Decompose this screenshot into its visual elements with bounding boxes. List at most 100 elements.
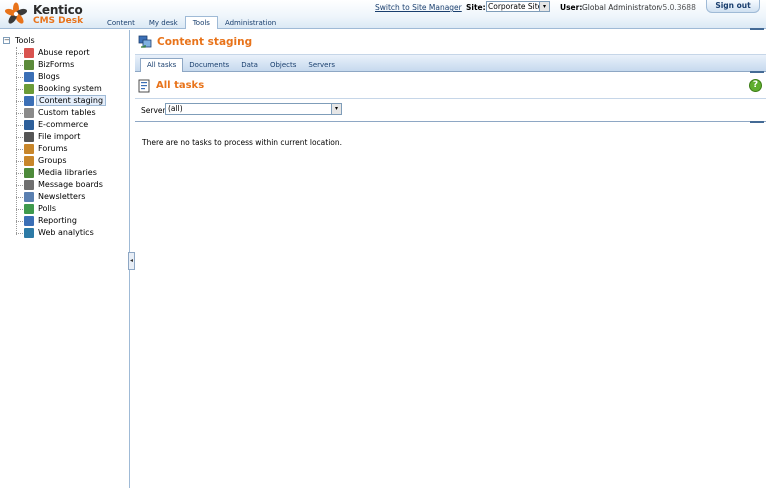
user-name: Global Administrator bbox=[582, 3, 660, 12]
chevron-down-icon[interactable]: ▾ bbox=[331, 104, 341, 114]
tree-connector bbox=[16, 89, 23, 90]
tab-data[interactable]: Data bbox=[235, 59, 264, 72]
tree-item[interactable]: Forums bbox=[16, 143, 128, 155]
tab-tools[interactable]: Tools bbox=[184, 16, 218, 29]
tree-item-label[interactable]: Forums bbox=[36, 143, 70, 154]
tree-item[interactable]: E-commerce bbox=[16, 119, 128, 131]
tree-connector bbox=[16, 173, 23, 174]
section-title: All tasks bbox=[156, 80, 205, 91]
polls-icon bbox=[24, 204, 34, 214]
tab-administration[interactable]: Administration bbox=[218, 17, 283, 29]
tree-item-label[interactable]: Groups bbox=[36, 155, 69, 166]
tree-item-label[interactable]: Web analytics bbox=[36, 227, 96, 238]
web-analytics-icon bbox=[24, 228, 34, 238]
tree-connector bbox=[16, 53, 23, 54]
tree-item[interactable]: Abuse report bbox=[16, 47, 128, 59]
tree-item-label[interactable]: E-commerce bbox=[36, 119, 90, 130]
collapse-icon[interactable]: − bbox=[3, 37, 10, 44]
task-list-icon bbox=[138, 79, 150, 93]
bizforms-icon bbox=[24, 60, 34, 70]
collapse-panel-icon[interactable]: ◂ bbox=[128, 252, 135, 270]
tree-connector bbox=[16, 233, 23, 234]
kentico-logo[interactable]: Kentico CMS Desk bbox=[4, 2, 96, 28]
version-label: v5.0.3688 bbox=[658, 3, 696, 12]
tree-item-label[interactable]: Reporting bbox=[36, 215, 79, 226]
tree-item[interactable]: Custom tables bbox=[16, 107, 128, 119]
tree-item[interactable]: Media libraries bbox=[16, 167, 128, 179]
tree-item-label[interactable]: Content staging bbox=[36, 95, 107, 106]
tree-connector bbox=[16, 197, 23, 198]
tree-connector bbox=[16, 185, 23, 186]
tree-connector bbox=[16, 221, 23, 222]
tree-connector bbox=[16, 149, 23, 150]
site-label: Site: bbox=[466, 3, 486, 12]
section-header: All tasks ? bbox=[135, 73, 766, 99]
tree-item[interactable]: Blogs bbox=[16, 71, 128, 83]
tree-item-label[interactable]: Newsletters bbox=[36, 191, 87, 202]
tree-item[interactable]: Groups bbox=[16, 155, 128, 167]
kentico-flower-icon bbox=[4, 2, 28, 24]
tree-item-label[interactable]: Booking system bbox=[36, 83, 104, 94]
tree-connector bbox=[16, 113, 23, 114]
tree-item[interactable]: BizForms bbox=[16, 59, 128, 71]
sign-out-button[interactable]: Sign out bbox=[706, 0, 760, 13]
logo-name: Kentico bbox=[33, 3, 83, 17]
tree-root-label[interactable]: Tools bbox=[15, 36, 35, 45]
tab-content[interactable]: Content bbox=[100, 17, 142, 29]
tree-item-label[interactable]: Polls bbox=[36, 203, 58, 214]
task-list-area: There are no tasks to process within cur… bbox=[135, 123, 766, 488]
empty-message: There are no tasks to process within cur… bbox=[142, 138, 343, 147]
tree-item-label[interactable]: Custom tables bbox=[36, 107, 98, 118]
tree-connector bbox=[16, 209, 23, 210]
switch-to-site-manager-link[interactable]: Switch to Site Manager bbox=[375, 3, 462, 12]
tree-connector bbox=[16, 77, 23, 78]
page-header: Content staging bbox=[135, 30, 766, 55]
page-title: Content staging bbox=[157, 36, 253, 48]
sub-tabs: All tasks Documents Data Objects Servers bbox=[140, 58, 341, 72]
chevron-down-icon[interactable]: ▾ bbox=[539, 2, 549, 11]
tree-item-label[interactable]: Abuse report bbox=[36, 47, 92, 58]
forums-icon bbox=[24, 144, 34, 154]
tree-items: Abuse report BizForms Blogs Booking system C… bbox=[16, 47, 128, 239]
reporting-icon bbox=[24, 216, 34, 226]
tree-item[interactable]: Booking system bbox=[16, 83, 128, 95]
tree-connector bbox=[16, 65, 23, 66]
tab-objects[interactable]: Objects bbox=[264, 59, 302, 72]
custom-tables-icon bbox=[24, 108, 34, 118]
server-select-value: (all) bbox=[168, 104, 183, 113]
sub-tabs-bar: All tasks Documents Data Objects Servers bbox=[135, 55, 766, 72]
tab-all-tasks[interactable]: All tasks bbox=[140, 58, 184, 72]
tree-item[interactable]: Reporting bbox=[16, 215, 128, 227]
tree-item-label[interactable]: File import bbox=[36, 131, 82, 142]
tree-item-label[interactable]: Media libraries bbox=[36, 167, 99, 178]
tab-servers[interactable]: Servers bbox=[302, 59, 341, 72]
user-label: User: bbox=[560, 3, 583, 12]
tree-connector bbox=[16, 161, 23, 162]
tree-item[interactable]: Web analytics bbox=[16, 227, 128, 239]
server-select[interactable]: (all) ▾ bbox=[165, 103, 342, 115]
server-filter-bar: Server: (all) ▾ bbox=[135, 100, 766, 122]
main-panel: Content staging All tasks Documents Data… bbox=[135, 30, 766, 488]
tab-documents[interactable]: Documents bbox=[183, 59, 235, 72]
tab-my-desk[interactable]: My desk bbox=[142, 17, 185, 29]
tree-connector bbox=[16, 101, 23, 102]
booking-system-icon bbox=[24, 84, 34, 94]
ecommerce-icon bbox=[24, 120, 34, 130]
tree-item[interactable]: Polls bbox=[16, 203, 128, 215]
tree-connector bbox=[16, 137, 23, 138]
tree-item-label[interactable]: BizForms bbox=[36, 59, 76, 70]
site-select-value: Corporate Site bbox=[488, 2, 543, 11]
groups-icon bbox=[24, 156, 34, 166]
tree-item[interactable]: Newsletters bbox=[16, 191, 128, 203]
tree-item[interactable]: Content staging bbox=[16, 95, 128, 107]
abuse-report-icon bbox=[24, 48, 34, 58]
tree-item[interactable]: File import bbox=[16, 131, 128, 143]
top-header: Kentico CMS Desk Content My desk Tools A… bbox=[0, 0, 766, 29]
logo-subtitle: CMS Desk bbox=[33, 16, 84, 26]
tree-item-label[interactable]: Blogs bbox=[36, 71, 62, 82]
tree-item[interactable]: Message boards bbox=[16, 179, 128, 191]
tree-item-label[interactable]: Message boards bbox=[36, 179, 105, 190]
help-icon[interactable]: ? bbox=[749, 79, 762, 92]
file-import-icon bbox=[24, 132, 34, 142]
site-select[interactable]: Corporate Site ▾ bbox=[486, 1, 550, 12]
